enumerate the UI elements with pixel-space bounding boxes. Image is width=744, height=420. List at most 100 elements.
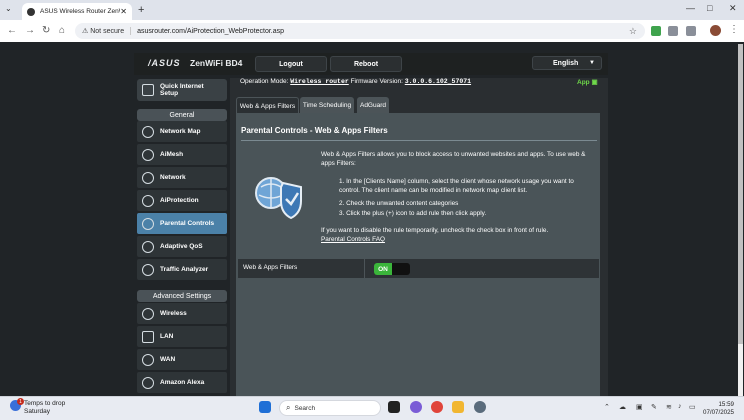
home-icon[interactable]: ⌂ <box>59 25 65 36</box>
tab-time-scheduling[interactable]: Time Scheduling <box>300 97 354 113</box>
title-divider <box>241 140 597 141</box>
site-favicon-icon <box>27 7 35 16</box>
tab-search-icon[interactable]: ⌄ <box>5 4 12 13</box>
sidebar-item-lan[interactable]: LAN <box>137 326 227 347</box>
task-view-icon[interactable] <box>388 401 400 413</box>
new-tab-button[interactable]: + <box>138 4 144 16</box>
disable-note-text: If you want to disable the rule temporar… <box>321 227 549 234</box>
intro-text: Web & Apps Filters allows you to block a… <box>321 151 586 167</box>
clock-time: 15:59 <box>718 401 734 408</box>
minimize-button[interactable]: — <box>686 3 695 13</box>
tab-adguard[interactable]: AdGuard <box>357 97 389 113</box>
back-icon[interactable]: ← <box>7 25 17 36</box>
url-text: asusrouter.com/AiProtection_WebProtector… <box>137 27 285 35</box>
step-1-text: 1. In the [Clients Name] column, select … <box>339 178 574 194</box>
sidebar-item-network-map[interactable]: Network Map <box>137 121 227 142</box>
mesh-icon <box>142 148 154 161</box>
globe-icon <box>142 125 154 138</box>
chevron-down-icon: ▼ <box>589 60 595 66</box>
firmware-version-link[interactable]: 3.0.0.6.102_57071 <box>405 78 471 85</box>
network-icon <box>142 171 154 184</box>
operation-mode-link[interactable]: Wireless router <box>290 78 349 85</box>
web-apps-filters-toggle[interactable]: ON <box>374 263 410 275</box>
quick-setup-label: Quick Internet Setup <box>160 83 204 97</box>
tab-web-apps-filters[interactable]: Web & Apps Filters <box>236 97 299 114</box>
sidebar-item-network[interactable]: Network <box>137 167 227 188</box>
lan-icon <box>142 330 154 343</box>
app-qr-icon: ▣ <box>591 79 598 86</box>
alexa-icon <box>142 376 154 389</box>
sidebar-item-parental-controls[interactable]: Parental Controls <box>137 213 227 234</box>
shield-icon <box>142 194 154 207</box>
address-bar[interactable]: ⚠ Not secure asusrouter.com/AiProtection… <box>75 23 645 39</box>
sidebar-item-aiprotection[interactable]: AiProtection <box>137 190 227 211</box>
asus-logo: /ASUS <box>148 58 181 68</box>
general-header: General <box>137 109 227 121</box>
wifi-status-icon[interactable]: ≋ <box>666 403 672 411</box>
clock-date: 07/07/2025 <box>703 409 734 416</box>
cast-icon[interactable] <box>668 26 678 36</box>
sidebar-item-wan[interactable]: WAN <box>137 349 227 370</box>
battery-icon[interactable]: ▭ <box>689 403 696 411</box>
warning-icon: ⚠ <box>82 28 91 35</box>
extension-icon[interactable] <box>651 26 661 36</box>
extensions-puzzle-icon[interactable] <box>686 26 696 36</box>
globe-shield-illustration-icon <box>255 177 302 219</box>
family-icon <box>142 217 154 230</box>
tray-app-icon[interactable]: ▣ <box>636 403 643 411</box>
scrollbar-thumb[interactable] <box>738 44 743 344</box>
parental-controls-faq-link[interactable]: Parental Controls FAQ <box>321 236 385 243</box>
browser-menu-icon[interactable]: ⋮ <box>729 24 739 35</box>
sidebar-item-aimesh[interactable]: AiMesh <box>137 144 227 165</box>
weather-badge: 1 <box>17 398 24 405</box>
sidebar-item-amazon-alexa[interactable]: Amazon Alexa <box>137 372 227 393</box>
windows-start-icon[interactable] <box>259 401 271 413</box>
quick-internet-setup[interactable]: Quick Internet Setup <box>137 79 227 101</box>
toggle-on-label: ON <box>374 263 392 275</box>
tab-title: ASUS Wireless Router ZenWiFi <box>40 8 120 15</box>
weather-widget[interactable]: Temps to drop Saturday <box>24 400 65 416</box>
page-scrollbar[interactable] <box>738 44 743 396</box>
language-label: English <box>553 59 579 67</box>
close-tab-icon[interactable]: ✕ <box>120 7 127 16</box>
advanced-settings-header: Advanced Settings <box>137 290 227 302</box>
copilot-icon[interactable] <box>410 401 422 413</box>
volume-icon[interactable]: ♪ <box>678 403 682 410</box>
profile-avatar[interactable] <box>710 25 721 36</box>
reload-icon[interactable]: ↻ <box>42 25 50 36</box>
maximize-button[interactable]: □ <box>707 3 712 13</box>
row-separator <box>364 259 365 278</box>
search-placeholder: Search <box>294 404 316 412</box>
filter-setting-label: Web & Apps Filters <box>243 264 298 271</box>
sidebar-item-traffic-analyzer[interactable]: Traffic Analyzer <box>137 259 227 280</box>
step-2-text: 2. Check the unwanted content categories <box>339 200 459 207</box>
operation-mode-line: Operation Mode: Wireless router Firmware… <box>240 78 472 85</box>
wan-globe-icon <box>142 353 154 366</box>
gauge-icon <box>142 240 154 253</box>
model-name: ZenWiFi BD4 <box>190 58 243 68</box>
search-icon: ⌕ <box>286 403 291 412</box>
not-secure-badge[interactable]: ⚠ Not secure <box>82 27 132 35</box>
step-3-text: 3. Click the plus (+) icon to add rule t… <box>339 210 487 217</box>
taskbar-search[interactable]: ⌕ Search <box>279 400 381 416</box>
forward-icon[interactable]: → <box>25 25 35 36</box>
sidebar-item-wireless[interactable]: Wireless <box>137 303 227 324</box>
chrome-icon[interactable] <box>431 401 443 413</box>
reboot-button[interactable]: Reboot <box>330 56 402 72</box>
close-window-button[interactable]: ✕ <box>729 3 737 14</box>
browser-tab[interactable]: ASUS Wireless Router ZenWiFi ✕ <box>22 3 132 20</box>
app-link[interactable]: App ▣ <box>577 78 598 86</box>
sidebar-item-adaptive-qos[interactable]: Adaptive QoS <box>137 236 227 257</box>
chart-icon <box>142 263 154 276</box>
settings-gear-icon[interactable] <box>474 401 486 413</box>
bookmark-star-icon[interactable]: ☆ <box>629 26 637 37</box>
pen-icon[interactable]: ✎ <box>651 403 657 411</box>
wand-icon <box>142 84 154 96</box>
wifi-icon <box>142 307 154 320</box>
language-select[interactable]: English ▼ <box>532 56 602 70</box>
onedrive-icon[interactable]: ☁ <box>619 403 626 411</box>
file-explorer-icon[interactable] <box>452 401 464 413</box>
system-clock[interactable]: 15:59 07/07/2025 <box>703 401 734 417</box>
tray-overflow-icon[interactable]: ⌃ <box>604 403 610 411</box>
logout-button[interactable]: Logout <box>255 56 327 72</box>
